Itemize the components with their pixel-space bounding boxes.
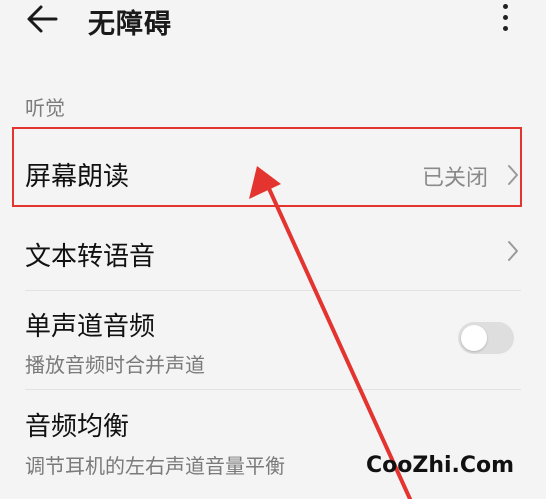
arrow-left-icon	[27, 5, 58, 33]
back-button[interactable]	[22, 0, 62, 40]
watermark: CooZhi.Com	[366, 453, 515, 478]
setting-label: 文本转语音	[25, 242, 156, 272]
setting-row-screen-reader[interactable]: 屏幕朗读 已关闭	[0, 130, 546, 206]
chevron-right-icon	[508, 241, 518, 261]
more-options-button[interactable]	[494, 0, 518, 40]
setting-status: 已关闭	[421, 166, 488, 191]
setting-description: 播放音频时合并声道	[25, 353, 205, 377]
chevron-right-icon	[508, 165, 518, 185]
setting-label: 音频均衡	[25, 412, 130, 442]
setting-row-text-to-speech[interactable]: 文本转语音	[0, 212, 546, 288]
divider	[25, 389, 521, 390]
divider	[25, 290, 521, 291]
setting-label: 屏幕朗读	[25, 162, 130, 192]
app-bar: 无障碍	[0, 0, 546, 44]
mono-audio-toggle[interactable]	[458, 322, 514, 354]
setting-label: 单声道音频	[25, 312, 156, 342]
setting-row-audio-balance[interactable]: 音频均衡 调节耳机的左右声道音量平衡	[0, 392, 546, 499]
page-title: 无障碍	[88, 9, 172, 40]
setting-description: 调节耳机的左右声道音量平衡	[25, 454, 285, 478]
toggle-knob	[461, 325, 487, 351]
section-header-hearing: 听觉	[25, 96, 65, 120]
